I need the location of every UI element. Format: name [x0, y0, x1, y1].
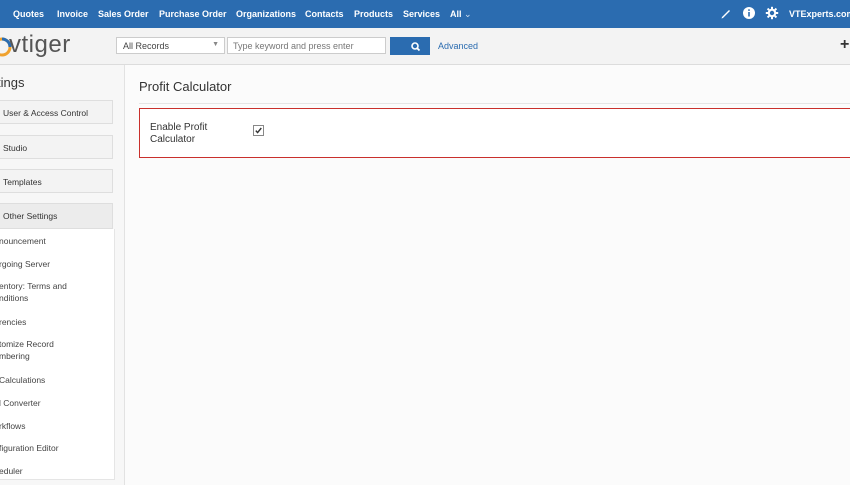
sidebar-item-calculations[interactable]: Calculations	[0, 374, 45, 386]
label-line-2: Calculator	[150, 134, 196, 145]
sidebar-item-configuration-editor[interactable]: figuration Editor	[0, 442, 59, 454]
search-button[interactable]	[390, 37, 430, 55]
logo-text: vtiger	[9, 31, 71, 58]
record-numbering-line2: mbering	[0, 351, 30, 361]
record-filter-value: All Records	[123, 41, 170, 51]
record-numbering-line1: tomize Record	[0, 339, 54, 349]
sidebar-item-outgoing-server[interactable]: rgoing Server	[0, 258, 50, 270]
info-icon[interactable]	[742, 6, 756, 20]
search-input[interactable]	[227, 37, 386, 54]
dropdown-caret-icon: ▼	[212, 41, 219, 48]
sidebar-item-announcement[interactable]: nouncement	[0, 235, 46, 247]
advanced-search-link[interactable]: Advanced	[438, 41, 478, 51]
page-title: Profit Calculator	[139, 79, 232, 94]
pencil-icon[interactable]	[719, 6, 733, 20]
label-line-1: Enable Profit	[150, 122, 208, 133]
nav-invoice[interactable]: Invoice	[57, 9, 88, 19]
add-icon[interactable]: +	[840, 36, 849, 54]
sidebar-group-user-access[interactable]: User & Access Control	[0, 100, 113, 124]
nav-all-label: All	[450, 9, 462, 19]
nav-organizations[interactable]: Organizations	[236, 9, 296, 19]
checkmark-icon	[255, 127, 262, 134]
sidebar-item-workflows[interactable]: rkflows	[0, 420, 25, 432]
user-menu[interactable]: VTExperts.com	[789, 9, 850, 19]
gear-icon[interactable]	[765, 6, 779, 20]
nav-all-menu[interactable]: All ⌄	[450, 9, 472, 20]
nav-purchase-order[interactable]: Purchase Order	[159, 9, 227, 19]
other-settings-list: nouncement rgoing Server entory: Terms a…	[0, 229, 115, 480]
header-bar: vtiger All Records ▼ Advanced +	[0, 28, 850, 65]
record-filter-select[interactable]: All Records ▼	[116, 37, 225, 54]
sidebar-title: tings	[0, 75, 25, 90]
sidebar-item-inventory-terms[interactable]: entory: Terms and nditions	[0, 280, 67, 304]
sidebar-item-record-numbering[interactable]: tomize Record mbering	[0, 338, 54, 362]
chevron-down-icon: ⌄	[464, 9, 472, 19]
top-nav-bar: Quotes Invoice Sales Order Purchase Orde…	[0, 0, 850, 28]
sidebar-group-studio[interactable]: Studio	[0, 135, 113, 159]
sidebar-item-scheduler[interactable]: eduler	[0, 465, 23, 477]
enable-profit-calculator-label: Enable Profit Calculator	[150, 122, 230, 146]
sidebar-group-templates[interactable]: Templates	[0, 169, 113, 193]
settings-sidebar: tings User & Access Control Studio Templ…	[0, 65, 125, 485]
nav-products[interactable]: Products	[354, 9, 393, 19]
nav-services[interactable]: Services	[403, 9, 440, 19]
main-content: Profit Calculator Enable Profit Calculat…	[125, 65, 850, 485]
search-icon	[411, 42, 421, 52]
inventory-terms-line2: nditions	[0, 293, 29, 303]
enable-profit-calculator-checkbox[interactable]	[253, 125, 264, 136]
sidebar-item-currencies[interactable]: rencies	[0, 316, 26, 328]
sidebar-group-other-settings[interactable]: Other Settings	[0, 203, 113, 229]
nav-quotes[interactable]: Quotes	[13, 9, 44, 19]
nav-contacts[interactable]: Contacts	[305, 9, 344, 19]
sidebar-item-mail-converter[interactable]: l Converter	[0, 397, 41, 409]
profit-calculator-settings-box: Enable Profit Calculator	[139, 108, 850, 158]
inventory-terms-line1: entory: Terms and	[0, 281, 67, 291]
nav-sales-order[interactable]: Sales Order	[98, 9, 149, 19]
title-divider	[139, 103, 850, 104]
